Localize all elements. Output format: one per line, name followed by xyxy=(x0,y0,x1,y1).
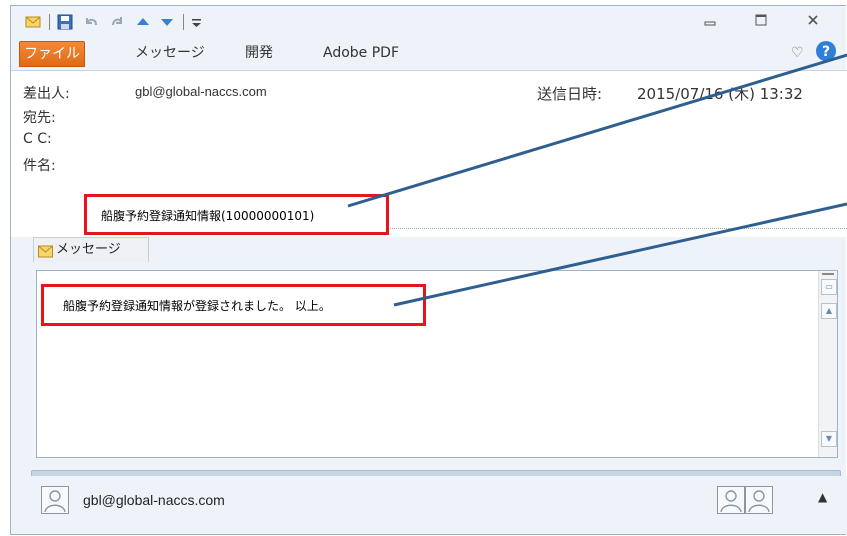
callout-arrows xyxy=(347,53,847,307)
subject-callout-line xyxy=(347,53,847,208)
body-callout-line xyxy=(393,202,847,307)
